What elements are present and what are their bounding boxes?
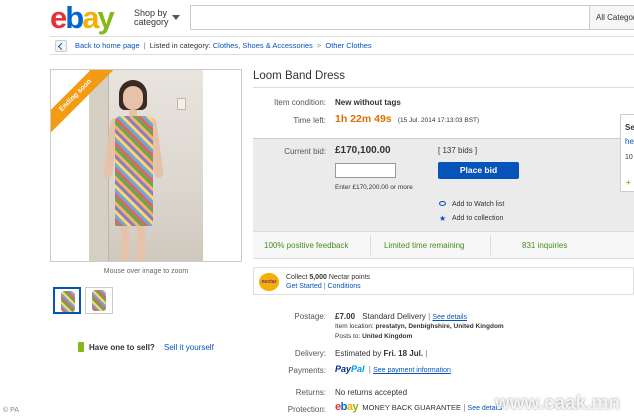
time-left-value: 1h 22m 49s [335, 113, 392, 125]
loom-band-dress [115, 116, 153, 226]
divider [490, 235, 491, 255]
ebay-logo[interactable]: ebay [50, 2, 115, 33]
returns-label: Returns: [295, 388, 326, 397]
see-payment-information-link[interactable]: See payment information [373, 367, 451, 374]
limited-time: Limited time remaining [384, 241, 465, 250]
bid-amount-input[interactable] [335, 163, 396, 178]
divider [370, 235, 371, 255]
sell-it-yourself-link[interactable]: Sell it yourself [164, 343, 214, 352]
ebay-mini-logo: ebay [335, 401, 359, 413]
place-bid-button[interactable]: Place bid [438, 162, 519, 179]
see-details-link[interactable]: See details [432, 314, 467, 321]
leg [121, 226, 129, 261]
listed-in-label: Listed in category: [149, 41, 211, 50]
seller-link[interactable]: he [625, 137, 634, 146]
condition-label: Item condition: [273, 98, 326, 107]
zoom-hint: Mouse over image to zoom [103, 268, 189, 275]
separator: | [143, 41, 146, 50]
tag-icon [78, 342, 84, 352]
sell-bar: Have one to sell? Sell it yourself [50, 333, 242, 359]
nectar-box: nectar Collect 5,000 Nectar points Get S… [253, 267, 634, 295]
bids-count-link[interactable]: [ 137 bids ] [438, 146, 477, 155]
photo-credit: © PA [3, 407, 19, 414]
delivery-label: Delivery: [294, 349, 326, 358]
add-to-collection-link[interactable]: Add to collection [452, 215, 503, 222]
returns-value: No returns accepted [335, 388, 408, 397]
separator: > [316, 41, 322, 50]
current-bid-value: £170,100.00 [335, 145, 391, 156]
add-to-watch-list-link[interactable]: Add to Watch list [452, 201, 504, 208]
postage-label: Postage: [294, 312, 326, 321]
protection-label: Protection: [287, 405, 326, 414]
nectar-links: Get Started | Conditions [286, 283, 361, 290]
breadcrumb-category-2[interactable]: Other Clothes [325, 41, 371, 50]
nectar-logo: nectar [259, 273, 279, 291]
thumbnail-1[interactable] [53, 287, 81, 314]
bid-hint: Enter £170,200.00 or more [335, 184, 413, 191]
divider [253, 87, 634, 88]
time-left-label: Time left: [293, 116, 326, 125]
inquiries: 831 inquiries [522, 241, 568, 250]
posts-to: Posts to: United Kingdom [335, 333, 413, 340]
thumbnail-2[interactable] [85, 287, 113, 314]
main-image[interactable]: Ending soon [50, 69, 242, 262]
payments-label: Payments: [288, 366, 326, 375]
back-arrow-icon[interactable] [55, 40, 67, 52]
item-location: Item location: prestatyn, Denbighshire, … [335, 323, 504, 330]
face [123, 86, 143, 110]
star-icon[interactable]: ★ [439, 215, 446, 223]
breadcrumb-category-1[interactable]: Clothes, Shoes & Accessories [213, 41, 313, 50]
end-time: (15 Jul. 2014 17:13:03 BST) [397, 117, 480, 124]
payments: PayPal | See payment information [335, 364, 451, 374]
thumbnail-image [61, 291, 75, 312]
get-started-link[interactable]: Get Started [286, 283, 322, 290]
eye-icon[interactable] [439, 201, 446, 206]
back-link[interactable]: Back to home page [75, 41, 140, 50]
nectar-points: Collect 5,000 Nectar points [286, 274, 371, 281]
postage: £7.00 Standard Delivery | See details [335, 312, 468, 321]
product-photo [89, 70, 203, 261]
seller-score: 10 [625, 154, 633, 161]
positive-feedback: 100% positive feedback [264, 241, 349, 250]
seller-panel-heading: Se [625, 123, 634, 132]
delivery-estimate: Estimated by Fri. 18 Jul. | [335, 349, 428, 358]
postage-value: £7.00 [335, 312, 356, 321]
search-input[interactable] [190, 5, 590, 30]
light-switch [177, 98, 186, 110]
paypal-logo: PayPal [335, 364, 365, 374]
breadcrumb: Back to home page | Listed in category: … [50, 36, 634, 55]
leg [137, 226, 145, 261]
watermark: www.caak.mn [495, 393, 620, 414]
conditions-link[interactable]: Conditions [328, 283, 361, 290]
current-bid-label: Current bid: [284, 147, 326, 156]
time-left: 1h 22m 49s (15 Jul. 2014 17:13:03 BST) [335, 113, 479, 125]
condition-value: New without tags [335, 98, 401, 107]
chevron-down-icon[interactable] [172, 15, 180, 20]
money-back-guarantee: ebay MONEY BACK GUARANTEE | See details [335, 401, 503, 413]
category-select[interactable]: All Categories [590, 5, 634, 30]
shop-by-category[interactable]: Shop by category [134, 9, 169, 27]
sell-question: Have one to sell? [89, 343, 155, 352]
item-title: Loom Band Dress [253, 70, 346, 82]
thumbnail-image [92, 290, 106, 311]
postage-service: Standard Delivery [362, 312, 426, 321]
header: ebay Shop bycategory All Categories [0, 0, 634, 34]
plus-icon[interactable]: + [626, 178, 631, 187]
